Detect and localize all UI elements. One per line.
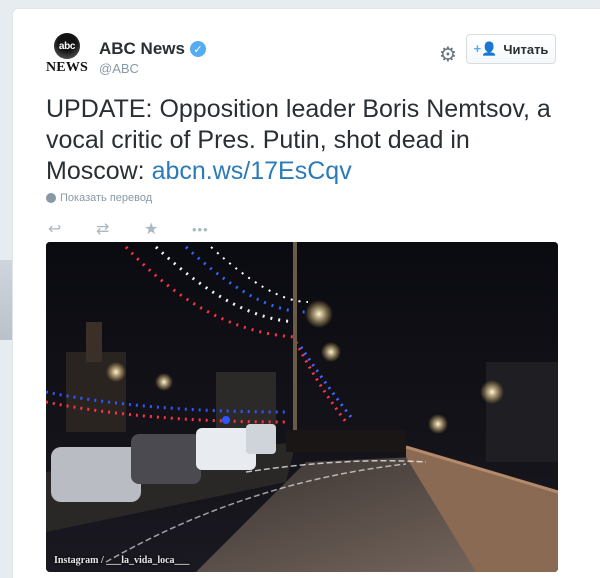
account-names: ABC News ✓ @ABC	[99, 39, 206, 76]
photo-image	[46, 242, 558, 572]
gear-icon[interactable]: ⚙	[438, 45, 458, 65]
photo-credit: Instagram / ___la_vida_loca___	[54, 555, 190, 566]
abc-logo: abc	[54, 33, 80, 59]
account-handle[interactable]: @ABC	[99, 61, 206, 76]
favorite-icon[interactable]: ★	[144, 217, 192, 241]
account-name[interactable]: ABC News	[99, 39, 185, 59]
news-logo-text: NEWS	[45, 60, 89, 75]
reply-icon[interactable]: ↩	[48, 217, 96, 241]
translate-link[interactable]: Показать перевод	[46, 192, 152, 204]
tweet-header: abc NEWS ABC News ✓ @ABC ⚙ +👤 Читать	[43, 33, 563, 83]
follow-label: Читать	[503, 41, 549, 57]
tweet-link[interactable]: abcn.ws/17EsCqv	[152, 157, 352, 185]
follow-button[interactable]: +👤 Читать	[466, 34, 556, 64]
tweet-card: abc NEWS ABC News ✓ @ABC ⚙ +👤 Читать UPD…	[12, 8, 600, 578]
avatar[interactable]: abc NEWS	[43, 33, 91, 81]
verified-check-icon: ✓	[189, 41, 206, 57]
tweet-text: UPDATE: Opposition leader Boris Nemtsov,…	[46, 94, 566, 187]
tweet-actions: ↩ ⇄ ★ •••	[48, 217, 240, 241]
account-fullname[interactable]: ABC News ✓	[99, 39, 206, 59]
retweet-icon[interactable]: ⇄	[96, 217, 144, 241]
translate-label: Показать перевод	[60, 192, 153, 204]
tweet-photo[interactable]: Instagram / ___la_vida_loca___	[46, 242, 558, 572]
add-user-icon: +👤	[473, 41, 498, 56]
more-icon[interactable]: •••	[192, 217, 240, 241]
globe-icon	[46, 193, 56, 203]
